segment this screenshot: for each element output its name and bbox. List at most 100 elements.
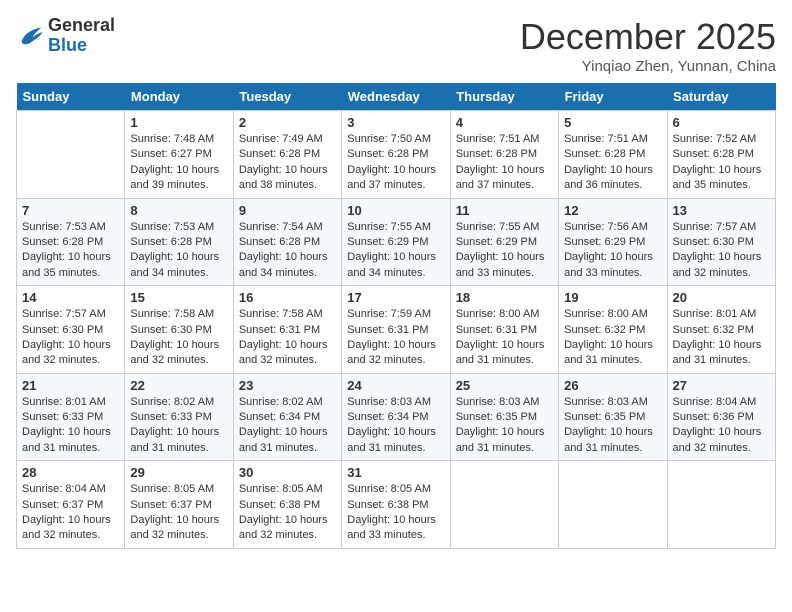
- calendar-cell: 20Sunrise: 8:01 AMSunset: 6:32 PMDayligh…: [667, 286, 775, 374]
- calendar-cell: 2 Sunrise: 7:49 AMSunset: 6:28 PMDaylight…: [233, 111, 341, 199]
- calendar-cell: 4Sunrise: 7:51 AMSunset: 6:28 PMDaylight…: [450, 111, 558, 199]
- logo-general-text: General: [48, 15, 115, 35]
- calendar-cell: 23 Sunrise: 8:02 AMSunset: 6:34 PMDayligh…: [233, 373, 341, 461]
- calendar-cell: [559, 461, 667, 549]
- day-number: 10: [347, 203, 444, 218]
- cell-info: Sunrise: 7:55 AMSunset: 6:29 PMDaylight:…: [456, 220, 553, 282]
- calendar-cell: 14Sunrise: 7:57 AMSunset: 6:30 PMDayligh…: [17, 286, 125, 374]
- day-number: 23: [239, 378, 336, 393]
- cell-info: Sunrise: 7:52 AMSunset: 6:28 PMDaylight:…: [673, 132, 770, 194]
- day-number: 17: [347, 290, 444, 305]
- cell-info: Sunrise: 7:50 AMSunset: 6:28 PMDaylight:…: [347, 132, 444, 194]
- calendar-cell: 5 Sunrise: 7:51 AMSunset: 6:28 PMDaylight…: [559, 111, 667, 199]
- cell-info: Sunrise: 7:58 AMSunset: 6:31 PMDaylight:…: [239, 307, 336, 369]
- day-number: 11: [456, 203, 553, 218]
- day-number: 12: [564, 203, 661, 218]
- week-row-3: 14Sunrise: 7:57 AMSunset: 6:30 PMDayligh…: [17, 286, 776, 374]
- day-number: 21: [22, 378, 119, 393]
- calendar-cell: 8Sunrise: 7:53 AMSunset: 6:28 PMDaylight…: [125, 198, 233, 286]
- calendar-cell: [450, 461, 558, 549]
- cell-info: Sunrise: 7:58 AMSunset: 6:30 PMDaylight:…: [130, 307, 227, 369]
- cell-info: Sunrise: 7:49 AMSunset: 6:28 PMDaylight:…: [239, 132, 336, 194]
- cell-info: Sunrise: 8:05 AMSunset: 6:37 PMDaylight:…: [130, 482, 227, 544]
- day-number: 28: [22, 465, 119, 480]
- day-number: 26: [564, 378, 661, 393]
- calendar-cell: 1 Sunrise: 7:48 AMSunset: 6:27 PMDaylight…: [125, 111, 233, 199]
- day-number: 22: [130, 378, 227, 393]
- cell-info: Sunrise: 7:54 AMSunset: 6:28 PMDaylight:…: [239, 220, 336, 282]
- day-number: 14: [22, 290, 119, 305]
- calendar-cell: 10Sunrise: 7:55 AMSunset: 6:29 PMDayligh…: [342, 198, 450, 286]
- day-number: 13: [673, 203, 770, 218]
- calendar-table: SundayMondayTuesdayWednesdayThursdayFrid…: [16, 83, 776, 549]
- day-number: 27: [673, 378, 770, 393]
- calendar-cell: 31 Sunrise: 8:05 AMSunset: 6:38 PMDayligh…: [342, 461, 450, 549]
- day-header-friday: Friday: [559, 83, 667, 111]
- cell-info: Sunrise: 8:05 AMSunset: 6:38 PMDaylight:…: [239, 482, 336, 544]
- cell-info: Sunrise: 7:56 AMSunset: 6:29 PMDaylight:…: [564, 220, 661, 282]
- logo-blue-text: Blue: [48, 35, 87, 55]
- day-headers-row: SundayMondayTuesdayWednesdayThursdayFrid…: [17, 83, 776, 111]
- day-header-thursday: Thursday: [450, 83, 558, 111]
- day-number: 20: [673, 290, 770, 305]
- day-number: 9: [239, 203, 336, 218]
- cell-info: Sunrise: 8:02 AMSunset: 6:33 PMDaylight:…: [130, 395, 227, 457]
- page-header: General Blue December 2025 Yinqiao Zhen,…: [16, 16, 776, 75]
- day-number: 7: [22, 203, 119, 218]
- day-number: 31: [347, 465, 444, 480]
- day-number: 5: [564, 115, 661, 130]
- day-header-tuesday: Tuesday: [233, 83, 341, 111]
- day-number: 3: [347, 115, 444, 130]
- calendar-cell: 12 Sunrise: 7:56 AMSunset: 6:29 PMDayligh…: [559, 198, 667, 286]
- calendar-cell: 30Sunrise: 8:05 AMSunset: 6:38 PMDayligh…: [233, 461, 341, 549]
- calendar-cell: [17, 111, 125, 199]
- day-number: 29: [130, 465, 227, 480]
- day-number: 25: [456, 378, 553, 393]
- logo: General Blue: [16, 16, 115, 56]
- week-row-4: 21Sunrise: 8:01 AMSunset: 6:33 PMDayligh…: [17, 373, 776, 461]
- day-number: 15: [130, 290, 227, 305]
- cell-info: Sunrise: 7:48 AMSunset: 6:27 PMDaylight:…: [130, 132, 227, 194]
- calendar-cell: 29 Sunrise: 8:05 AMSunset: 6:37 PMDayligh…: [125, 461, 233, 549]
- day-header-sunday: Sunday: [17, 83, 125, 111]
- calendar-cell: 3 Sunrise: 7:50 AMSunset: 6:28 PMDaylight…: [342, 111, 450, 199]
- calendar-cell: 21Sunrise: 8:01 AMSunset: 6:33 PMDayligh…: [17, 373, 125, 461]
- day-header-saturday: Saturday: [667, 83, 775, 111]
- title-block: December 2025 Yinqiao Zhen, Yunnan, Chin…: [520, 16, 776, 75]
- day-number: 24: [347, 378, 444, 393]
- day-number: 16: [239, 290, 336, 305]
- cell-info: Sunrise: 8:05 AMSunset: 6:38 PMDaylight:…: [347, 482, 444, 544]
- cell-info: Sunrise: 7:51 AMSunset: 6:28 PMDaylight:…: [564, 132, 661, 194]
- cell-info: Sunrise: 8:00 AMSunset: 6:31 PMDaylight:…: [456, 307, 553, 369]
- day-header-monday: Monday: [125, 83, 233, 111]
- cell-info: Sunrise: 8:04 AMSunset: 6:36 PMDaylight:…: [673, 395, 770, 457]
- day-number: 18: [456, 290, 553, 305]
- cell-info: Sunrise: 8:03 AMSunset: 6:35 PMDaylight:…: [564, 395, 661, 457]
- cell-info: Sunrise: 7:59 AMSunset: 6:31 PMDaylight:…: [347, 307, 444, 369]
- calendar-cell: 24Sunrise: 8:03 AMSunset: 6:34 PMDayligh…: [342, 373, 450, 461]
- calendar-cell: 26 Sunrise: 8:03 AMSunset: 6:35 PMDayligh…: [559, 373, 667, 461]
- day-header-wednesday: Wednesday: [342, 83, 450, 111]
- cell-info: Sunrise: 8:02 AMSunset: 6:34 PMDaylight:…: [239, 395, 336, 457]
- calendar-cell: 25Sunrise: 8:03 AMSunset: 6:35 PMDayligh…: [450, 373, 558, 461]
- day-number: 6: [673, 115, 770, 130]
- location-text: Yinqiao Zhen, Yunnan, China: [520, 58, 776, 75]
- cell-info: Sunrise: 7:53 AMSunset: 6:28 PMDaylight:…: [130, 220, 227, 282]
- calendar-cell: 19 Sunrise: 8:00 AMSunset: 6:32 PMDayligh…: [559, 286, 667, 374]
- cell-info: Sunrise: 8:00 AMSunset: 6:32 PMDaylight:…: [564, 307, 661, 369]
- cell-info: Sunrise: 7:57 AMSunset: 6:30 PMDaylight:…: [673, 220, 770, 282]
- calendar-cell: 9 Sunrise: 7:54 AMSunset: 6:28 PMDaylight…: [233, 198, 341, 286]
- week-row-1: 1 Sunrise: 7:48 AMSunset: 6:27 PMDaylight…: [17, 111, 776, 199]
- week-row-5: 28Sunrise: 8:04 AMSunset: 6:37 PMDayligh…: [17, 461, 776, 549]
- cell-info: Sunrise: 7:53 AMSunset: 6:28 PMDaylight:…: [22, 220, 119, 282]
- calendar-cell: 18 Sunrise: 8:00 AMSunset: 6:31 PMDayligh…: [450, 286, 558, 374]
- day-number: 4: [456, 115, 553, 130]
- calendar-cell: 15 Sunrise: 7:58 AMSunset: 6:30 PMDayligh…: [125, 286, 233, 374]
- day-number: 2: [239, 115, 336, 130]
- calendar-cell: 16 Sunrise: 7:58 AMSunset: 6:31 PMDayligh…: [233, 286, 341, 374]
- calendar-cell: 28Sunrise: 8:04 AMSunset: 6:37 PMDayligh…: [17, 461, 125, 549]
- calendar-cell: 22 Sunrise: 8:02 AMSunset: 6:33 PMDayligh…: [125, 373, 233, 461]
- day-number: 1: [130, 115, 227, 130]
- calendar-cell: 17 Sunrise: 7:59 AMSunset: 6:31 PMDayligh…: [342, 286, 450, 374]
- day-number: 19: [564, 290, 661, 305]
